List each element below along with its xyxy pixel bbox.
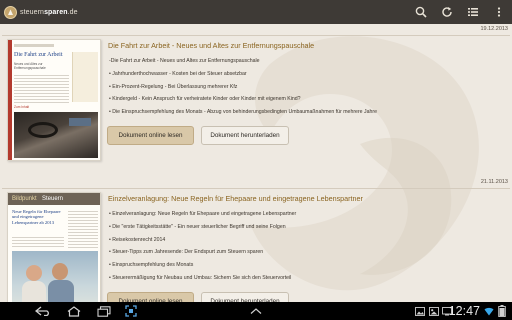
thumbnail-couple-image xyxy=(12,251,98,302)
image-notification-icon xyxy=(428,305,440,317)
thumbnail-subtitle: Neues und Altes zur Entfernungspauschale xyxy=(14,62,46,70)
bullet-item: • Einzelveranlagung: Neue Regeln für Ehe… xyxy=(109,211,297,217)
document-thumbnail[interactable]: Die Fahrt zur Arbeit Neues und Altes zur… xyxy=(7,39,101,161)
thumbnail-heading: Neue Regeln für Ehepaare und eingetragen… xyxy=(12,209,61,225)
document-list[interactable]: 19.12.2013 Die Fahrt zur Arbeit Neues un… xyxy=(0,24,512,302)
bullet-item: • Steuerermäßigung für Neubau und Umbau:… xyxy=(109,274,292,281)
bullet-item: • Reisekostenrecht 2014 xyxy=(109,236,166,243)
back-icon[interactable] xyxy=(34,305,54,317)
bullet-item: -Die Fahrt zur Arbeit - Neues und Altes … xyxy=(109,58,260,64)
divider xyxy=(2,188,510,189)
logo-text: steuernsparen.de xyxy=(20,8,78,16)
screenshot-icon[interactable] xyxy=(124,305,138,317)
document-thumbnail[interactable]: Bildpunkt Steuern Neue Regeln für Ehepaa… xyxy=(7,192,101,302)
document-title[interactable]: Die Fahrt zur Arbeit - Neues und Altes z… xyxy=(108,41,314,50)
bullet-item: • Jahrhunderthochwasser - Kosten bei der… xyxy=(109,70,247,77)
document-date: 19.12.2013 xyxy=(480,26,508,32)
thumbnail-heading: Die Fahrt zur Arbeit xyxy=(14,52,63,58)
logo-mark-icon xyxy=(4,5,17,19)
bullet-item: • Die Einspruchsempfehlung des Monats - … xyxy=(109,109,377,116)
recent-apps-icon[interactable] xyxy=(94,305,114,317)
download-button[interactable]: Dokument herunterladen xyxy=(201,292,289,302)
list-icon[interactable] xyxy=(460,0,486,24)
refresh-icon[interactable] xyxy=(434,0,460,24)
bullet-item: • Die "erste Tätigkeitsstätte" - Ein neu… xyxy=(109,223,286,230)
divider xyxy=(2,35,510,36)
action-bar: steuernsparen.de xyxy=(0,0,512,24)
bullet-item: • Einspruchsempfehlung des Monats xyxy=(109,262,194,269)
battery-icon xyxy=(496,305,508,317)
document-date: 21.11.2013 xyxy=(480,179,508,185)
thumbnail-car-image xyxy=(14,112,98,158)
wifi-icon xyxy=(484,305,494,317)
bullet-item: • Ein-Prozent-Regelung - Bei Überlassung… xyxy=(109,83,238,90)
up-chevron-icon[interactable] xyxy=(248,305,264,317)
bullet-item: • Steuer-Tipps zum Jahresende: Der Endsp… xyxy=(109,249,264,256)
search-icon[interactable] xyxy=(408,0,434,24)
system-navigation-bar: 12:47 xyxy=(0,302,512,320)
bullet-item: • Kindergeld - Kein Anspruch für verheir… xyxy=(109,96,301,103)
read-online-button[interactable]: Dokument online lesen xyxy=(107,292,194,302)
document-bullets: -Die Fahrt zur Arbeit - Neues und Altes … xyxy=(109,55,377,119)
read-online-button[interactable]: Dokument online lesen xyxy=(107,126,194,145)
gallery-notification-icon xyxy=(414,305,426,317)
download-button[interactable]: Dokument herunterladen xyxy=(201,126,289,145)
app-logo[interactable]: steuernsparen.de xyxy=(4,4,78,20)
thumbnail-header: Bildpunkt Steuern xyxy=(8,193,100,205)
document-title[interactable]: Einzelveranlagung: Neue Regeln für Ehepa… xyxy=(108,194,363,203)
home-icon[interactable] xyxy=(64,305,84,317)
document-bullets: • Einzelveranlagung: Neue Regeln für Ehe… xyxy=(109,208,296,285)
clock: 12:47 xyxy=(448,304,480,318)
overflow-menu-icon[interactable] xyxy=(486,0,512,24)
thumbnail-section: Zum Inhalt xyxy=(14,105,30,109)
